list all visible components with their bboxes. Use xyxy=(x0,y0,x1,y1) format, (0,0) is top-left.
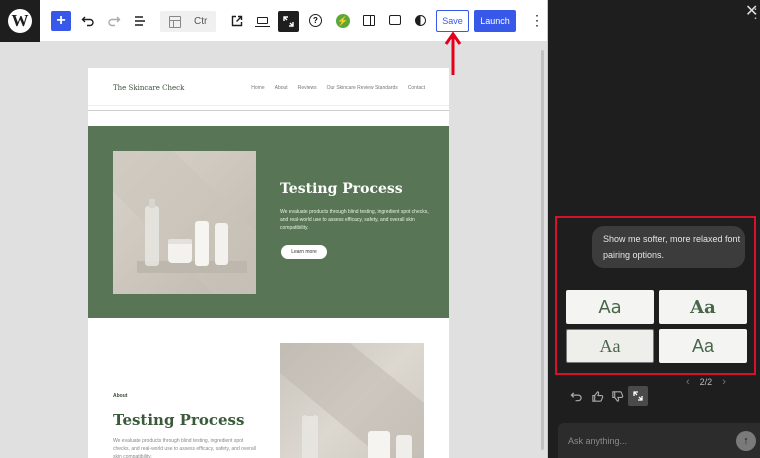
list-view-icon xyxy=(135,16,145,26)
thumbs-down-icon xyxy=(611,390,623,402)
about-title[interactable]: Testing Process xyxy=(113,411,244,429)
hero-learn-more-button[interactable]: Learn more xyxy=(281,245,327,259)
sidebar-icon[interactable] xyxy=(363,15,375,26)
nav-item-contact[interactable]: Contact xyxy=(408,85,425,91)
view-site-button[interactable] xyxy=(227,11,247,31)
about-text[interactable]: We evaluate products through blind testi… xyxy=(113,437,258,458)
add-block-button[interactable]: + xyxy=(51,11,71,31)
nav-item-reviews[interactable]: Reviews xyxy=(298,85,317,91)
thumbs-up-icon xyxy=(591,390,603,402)
send-button[interactable]: ↑ xyxy=(736,431,756,451)
skincare-products-image xyxy=(280,343,424,458)
nav-item-standards[interactable]: Our Skincare Review Standards xyxy=(327,85,398,91)
launch-button[interactable]: Launch xyxy=(474,10,516,32)
bolt-icon[interactable]: ⚡ xyxy=(336,14,350,28)
laptop-icon[interactable] xyxy=(255,17,270,27)
template-icon xyxy=(169,15,181,28)
separator xyxy=(88,110,449,111)
about-image[interactable] xyxy=(280,343,424,458)
redo-button[interactable] xyxy=(104,11,124,31)
pager-prev-icon[interactable]: ‹ xyxy=(686,376,690,388)
undo-button[interactable] xyxy=(78,11,98,31)
save-button[interactable]: Save xyxy=(436,10,469,32)
help-icon[interactable]: ? xyxy=(309,14,322,27)
hero-section[interactable]: Testing Process We evaluate products thr… xyxy=(88,126,449,318)
contrast-icon[interactable] xyxy=(415,15,426,26)
canvas-scrollbar[interactable] xyxy=(540,44,545,458)
wordpress-logo[interactable]: W xyxy=(0,0,40,42)
comment-icon[interactable] xyxy=(389,15,401,25)
document-bar[interactable]: Ctr xyxy=(160,11,216,32)
external-link-icon xyxy=(231,15,243,27)
page-canvas[interactable]: The Skincare Check Home About Reviews Ou… xyxy=(88,68,449,458)
redo-icon xyxy=(108,16,121,27)
hero-text[interactable]: We evaluate products through blind testi… xyxy=(280,208,430,232)
thumbs-down-button[interactable] xyxy=(608,386,626,406)
thumbs-up-button[interactable] xyxy=(588,386,606,406)
hero-image[interactable] xyxy=(113,151,256,294)
pager-next-icon[interactable]: › xyxy=(722,376,726,388)
site-header: The Skincare Check Home About Reviews Ou… xyxy=(88,68,449,106)
about-label[interactable]: About xyxy=(113,393,127,399)
pager-label: 2/2 xyxy=(699,377,713,387)
editor-area: W + Ctr ? ⚡ Save Launch ⋮ The Skincare C… xyxy=(0,0,548,458)
nav-item-about[interactable]: About xyxy=(275,85,288,91)
expand-icon xyxy=(633,391,643,401)
fullscreen-button[interactable] xyxy=(278,11,299,32)
undo-response-button[interactable] xyxy=(567,386,585,406)
site-nav: Home About Reviews Our Skincare Review S… xyxy=(251,85,425,91)
undo-icon xyxy=(81,16,94,27)
close-icon[interactable]: ✕ xyxy=(745,4,758,20)
hero-title[interactable]: Testing Process xyxy=(280,181,403,197)
fullscreen-icon xyxy=(283,16,294,27)
site-title[interactable]: The Skincare Check xyxy=(113,84,184,92)
undo-icon xyxy=(570,391,582,401)
annotation-highlight-box xyxy=(555,216,756,375)
suggestion-pager: ‹ 2/2 › xyxy=(686,376,726,388)
list-view-button[interactable] xyxy=(130,11,150,31)
expand-button[interactable] xyxy=(628,386,648,406)
skincare-products-image xyxy=(113,151,256,294)
document-title: Ctr xyxy=(194,16,208,27)
scrollbar-thumb[interactable] xyxy=(541,50,544,450)
options-menu-icon[interactable]: ⋮ xyxy=(530,13,544,27)
wordpress-icon: W xyxy=(8,8,32,33)
ask-input-placeholder: Ask anything... xyxy=(568,436,628,446)
nav-item-home[interactable]: Home xyxy=(251,85,264,91)
